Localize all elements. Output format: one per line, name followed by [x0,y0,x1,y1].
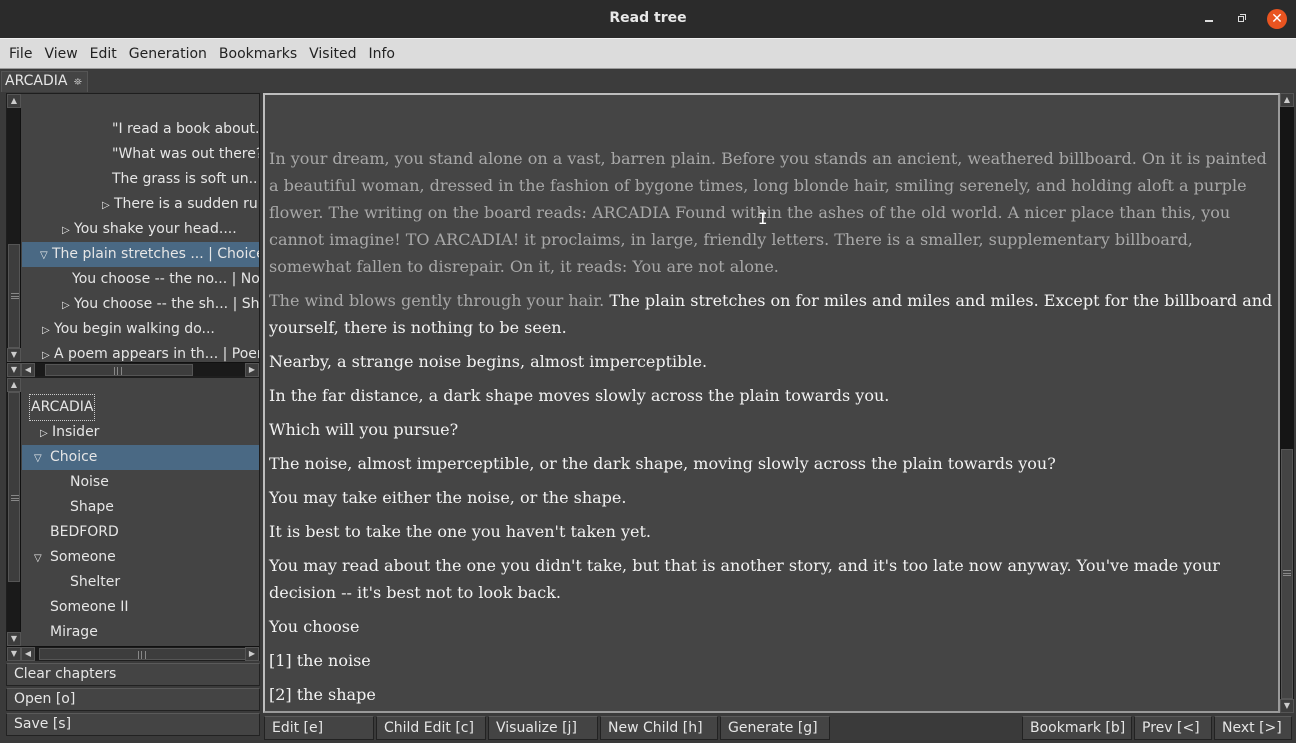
menu-bar: File View Edit Generation Bookmarks Visi… [0,38,1296,69]
bookmark-tree-vscrollbar[interactable]: ▲ ▼ [7,378,21,646]
edit-button[interactable]: Edit [e] [264,716,374,740]
left-panel: ▲ ▼ "I read a book about... "What was ou… [4,93,262,741]
scroll-left-arrow-icon[interactable]: ◀ [21,363,35,377]
scroll-down-arrow-icon[interactable]: ▼ [7,647,21,661]
tree-row[interactable]: ▷You choose -- the sh... | Shape [22,292,259,317]
story-paragraph: You may take either the noise, or the sh… [269,488,627,507]
scroll-down-arrow-icon[interactable]: ▼ [7,348,21,362]
text-cursor-icon: I [758,209,768,228]
menu-bookmarks[interactable]: Bookmarks [213,40,303,68]
menu-file[interactable]: File [3,40,38,68]
choice-option-2: [2] the shape [269,685,376,704]
chapter-tree: ▲ ▼ "I read a book about... "What was ou… [6,93,260,377]
scroll-down-arrow-icon[interactable]: ▼ [7,363,21,377]
tree-row-root[interactable]: ARCADIA [22,394,259,421]
expand-triangle-icon[interactable]: ▷ [62,293,74,318]
scroll-thumb[interactable] [8,392,20,582]
menu-info[interactable]: Info [362,40,401,68]
menu-edit[interactable]: Edit [84,40,123,68]
tree-row[interactable]: Noise [22,470,259,495]
menu-view[interactable]: View [38,40,83,68]
tree-row[interactable]: The grass is soft un... [22,167,259,192]
story-paragraph: You choose [269,617,360,636]
scroll-right-arrow-icon[interactable]: ▶ [245,363,259,377]
scroll-up-arrow-icon[interactable]: ▲ [7,378,21,392]
scroll-up-arrow-icon[interactable]: ▲ [7,94,21,108]
generate-button[interactable]: Generate [g] [720,716,830,740]
collapse-triangle-icon[interactable]: ▽ [34,546,50,571]
tree-row[interactable]: ▷ You begin walking do... [22,317,259,342]
tree-row[interactable]: BEDFORD [22,520,259,545]
child-edit-button[interactable]: Child Edit [c] [376,716,486,740]
clear-chapters-button[interactable]: Clear chapters [6,663,260,686]
tree-row[interactable]: Mirage [22,620,259,645]
scroll-thumb[interactable] [45,364,193,376]
tab-label: ARCADIA [5,73,68,89]
tree-row[interactable]: Shape [22,495,259,520]
tree-row[interactable]: ▷ Insider [22,420,259,445]
tree-row[interactable]: ▷ A poem appears in th... | Poem [22,342,259,362]
next-button[interactable]: Next [>] [1214,716,1292,740]
maximize-icon[interactable] [1232,9,1252,29]
scroll-left-arrow-icon[interactable]: ◀ [21,647,35,661]
current-paragraph: The wind blows gently through your hair.… [269,287,1274,341]
story-paragraph: In the far distance, a dark shape moves … [269,386,890,405]
menu-generation[interactable]: Generation [123,40,213,68]
expand-triangle-icon[interactable]: ▷ [42,343,54,362]
scroll-down-arrow-icon[interactable]: ▼ [1280,699,1294,713]
save-button[interactable]: Save [s] [6,713,260,736]
prev-button[interactable]: Prev [<] [1134,716,1212,740]
collapse-triangle-icon[interactable]: ▽ [40,243,52,268]
expand-triangle-icon[interactable]: ▷ [40,421,52,446]
tab-strip: ARCADIA ⛯ [0,70,1296,92]
story-paragraph: Nearby, a strange noise begins, almost i… [269,352,708,371]
tree-row[interactable]: "What was out there?... [22,142,259,167]
scroll-thumb[interactable] [1281,449,1293,699]
tree-row[interactable]: ▷ There is a sudden ru... [22,192,259,217]
tree-row[interactable]: You choose -- the no... | Noise [22,267,259,292]
story-text-area[interactable]: In your dream, you stand alone on a vast… [263,93,1280,713]
story-vscrollbar[interactable]: ▲ ▼ [1280,93,1294,713]
tree-row[interactable]: ▷ You shake your head.... [22,217,259,242]
history-segment: The wind blows gently through your hair. [269,291,610,310]
expand-triangle-icon[interactable]: ▷ [102,193,114,218]
tree-row[interactable]: "I read a book about... [22,117,259,142]
tree-row[interactable]: ▽ Someone [22,545,259,570]
chapter-tree-hscrollbar[interactable]: ▼ ◀ ▶ [7,362,259,377]
scroll-down-arrow-icon[interactable]: ▼ [7,632,21,646]
tab-arcadia[interactable]: ARCADIA ⛯ [1,71,88,92]
story-paragraph: You may read about the one you didn't ta… [269,556,1220,602]
scroll-up-arrow-icon[interactable]: ▲ [1280,93,1294,107]
bookmark-tree-hscrollbar[interactable]: ▼ ◀ ▶ [7,646,259,661]
choice-option-1: [1] the noise [269,651,371,670]
close-icon[interactable]: ✕ [1267,9,1287,29]
visualize-button[interactable]: Visualize [j] [488,716,598,740]
bookmark-button[interactable]: Bookmark [b] [1022,716,1132,740]
tree-row-selected[interactable]: ▽ Choice [22,445,259,470]
tree-row[interactable]: Shelter [22,570,259,595]
bookmark-tree: ▲ ▼ ARCADIA ▷ Insider ▽ Choice Noise Shape… [6,377,260,661]
history-paragraph: In your dream, you stand alone on a vast… [269,149,1267,276]
story-paragraph: The noise, almost imperceptible, or the … [269,454,1056,473]
tree-row[interactable]: Someone II [22,595,259,620]
scroll-thumb[interactable] [8,244,20,348]
title-bar: Read tree ✕ [0,0,1296,38]
tree-row-selected[interactable]: ▽ The plain stretches ... | Choice [22,242,259,267]
window-title: Read tree [609,10,687,26]
new-child-button[interactable]: New Child [h] [600,716,718,740]
expand-triangle-icon[interactable]: ▷ [42,318,54,343]
scroll-right-arrow-icon[interactable]: ▶ [245,647,259,661]
collapse-triangle-icon[interactable]: ▽ [34,446,50,471]
scroll-thumb[interactable] [39,648,247,660]
expand-triangle-icon[interactable]: ▷ [62,218,74,243]
chapter-tree-vscrollbar[interactable]: ▲ ▼ [7,94,21,362]
tab-close-icon[interactable]: ⛯ [74,77,82,88]
open-button[interactable]: Open [o] [6,688,260,711]
minimize-icon[interactable] [1200,9,1220,29]
menu-visited[interactable]: Visited [303,40,362,68]
story-content: In your dream, you stand alone on a vast… [269,145,1274,711]
story-paragraph: It is best to take the one you haven't t… [269,522,652,541]
story-paragraph: Which will you pursue? [269,420,459,439]
